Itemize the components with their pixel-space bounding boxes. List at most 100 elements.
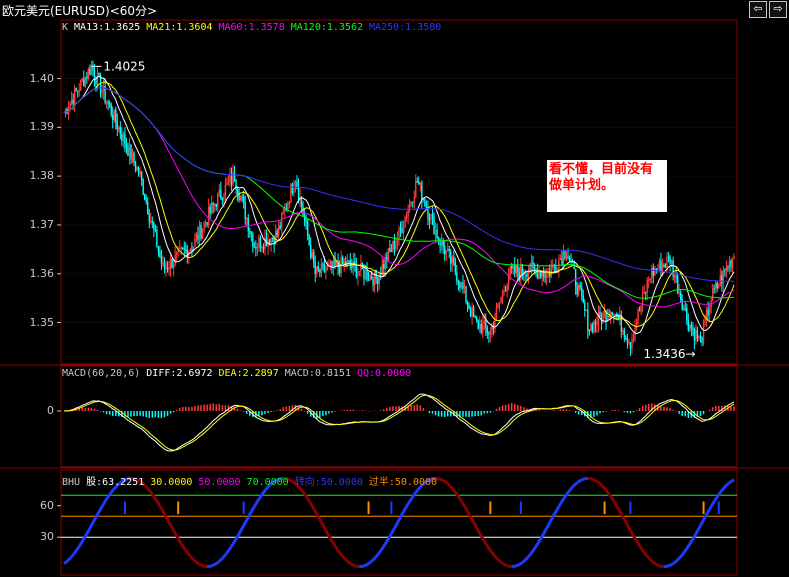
bhu-oscillator-segment bbox=[600, 484, 605, 488]
bhu-oscillator-segment bbox=[446, 482, 451, 487]
candle-body bbox=[235, 181, 237, 190]
bhu-oscillator-segment bbox=[184, 549, 189, 554]
bhu-oscillator-segment bbox=[237, 530, 242, 535]
bhu-oscillator-segment bbox=[679, 553, 684, 558]
bhu-oscillator-segment bbox=[518, 562, 522, 566]
candle-body bbox=[611, 312, 613, 316]
candle-body bbox=[477, 319, 479, 329]
candle-body bbox=[72, 99, 74, 105]
bhu-oscillator-segment bbox=[655, 563, 659, 567]
macd-legend-item: DEA:2.2897 bbox=[218, 368, 279, 379]
bhu-oscillator-segment bbox=[242, 522, 247, 527]
candle-body bbox=[701, 337, 703, 343]
bhu-oscillator-segment bbox=[166, 518, 171, 523]
bhu-oscillator-segment bbox=[187, 553, 192, 558]
candle-body bbox=[663, 264, 665, 266]
candle-body bbox=[628, 342, 630, 344]
candle-body bbox=[147, 201, 149, 215]
candle-body bbox=[651, 267, 653, 278]
candle-body bbox=[725, 267, 728, 271]
bhu-oscillator-segment bbox=[306, 497, 311, 502]
candle-body bbox=[179, 248, 181, 250]
candle-body bbox=[70, 99, 73, 104]
bhu-oscillator-segment bbox=[696, 527, 701, 532]
candle-body bbox=[314, 263, 316, 274]
candle-body bbox=[517, 265, 519, 273]
candle-body bbox=[99, 75, 102, 94]
bhu-oscillator-segment bbox=[369, 560, 373, 564]
candle-body bbox=[713, 288, 715, 290]
bhu-oscillator-segment bbox=[82, 535, 87, 540]
candle-body bbox=[198, 224, 201, 240]
bhu-legend-item: BHU bbox=[62, 477, 81, 488]
bhu-oscillator-segment bbox=[657, 563, 660, 568]
candle-body bbox=[579, 285, 581, 288]
bhu-legend: BHU 股:63.2251 30.0000 50.0000 70.0000 转向:50.0… bbox=[62, 473, 443, 488]
bhu-oscillator-segment bbox=[723, 484, 728, 489]
bhu-oscillator-segment bbox=[384, 540, 389, 545]
bhu-oscillator-segment bbox=[161, 510, 166, 515]
bhu-oscillator-segment bbox=[678, 555, 682, 560]
candle-body bbox=[366, 270, 368, 280]
candle-body bbox=[430, 214, 432, 221]
bhu-oscillator-segment bbox=[179, 542, 185, 547]
bhu-oscillator-segment bbox=[321, 524, 326, 529]
candle-body bbox=[581, 287, 583, 296]
candle-body bbox=[494, 319, 496, 329]
candle-body bbox=[447, 249, 449, 251]
macd-diff-line bbox=[63, 393, 735, 452]
bhu-oscillator-segment bbox=[413, 491, 417, 496]
bhu-oscillator-segment bbox=[73, 549, 78, 554]
candle-body bbox=[224, 184, 227, 197]
bhu-legend-item: 过半:50.0000 bbox=[368, 477, 438, 488]
y-axis-labels: 1.40 1.39 1.38 1.37 1.36 1.35 0 60 30 bbox=[0, 0, 56, 577]
candle-body bbox=[338, 267, 341, 274]
bhu-oscillator-segment bbox=[335, 547, 340, 552]
candle-body bbox=[334, 259, 336, 266]
low-label: 1.3436→ bbox=[644, 347, 696, 361]
bhu-oscillator-segment bbox=[152, 495, 157, 500]
bhu-oscillator-segment bbox=[405, 503, 410, 508]
bhu-oscillator-segment bbox=[169, 524, 174, 529]
bhu-oscillator-segment bbox=[170, 527, 175, 532]
bhu-oscillator-segment bbox=[556, 505, 561, 510]
candle-body bbox=[392, 240, 394, 252]
candle-body bbox=[483, 320, 485, 324]
y-tick-label: 1.35 bbox=[29, 315, 55, 329]
candle-body bbox=[145, 199, 147, 202]
bhu-oscillator-segment bbox=[259, 493, 264, 498]
candle-body bbox=[532, 261, 534, 265]
candle-body bbox=[370, 275, 373, 280]
bhu-oscillator-segment bbox=[489, 549, 494, 554]
bhu-oscillator-segment bbox=[231, 540, 236, 545]
candle-body bbox=[489, 331, 492, 335]
candle-body bbox=[565, 256, 568, 259]
candle-body bbox=[247, 218, 249, 232]
candle-body bbox=[644, 291, 647, 293]
bhu-tick-label: 60 bbox=[40, 498, 54, 512]
bhu-oscillator-segment bbox=[479, 535, 485, 540]
candle-body bbox=[657, 268, 659, 271]
bhu-oscillator-segment bbox=[80, 538, 86, 543]
candle-body bbox=[395, 243, 397, 249]
candle-body bbox=[112, 114, 114, 121]
bhu-oscillator-segment bbox=[694, 530, 699, 535]
candle-body bbox=[567, 256, 569, 258]
bhu-oscillator-segment bbox=[630, 532, 635, 537]
main-legend-item: MA21:1.3604 bbox=[146, 22, 213, 33]
candle-body bbox=[311, 251, 313, 258]
bhu-oscillator-segment bbox=[90, 522, 95, 527]
candle-body bbox=[707, 309, 709, 316]
candle-body bbox=[236, 189, 239, 194]
bhu-oscillator-segment bbox=[71, 551, 76, 556]
candle-body bbox=[364, 270, 367, 279]
bhu-oscillator-segment bbox=[257, 495, 262, 500]
candle-body bbox=[507, 275, 510, 285]
candle-body bbox=[692, 328, 694, 330]
candle-body bbox=[200, 224, 202, 239]
bhu-oscillator-segment bbox=[654, 562, 658, 566]
bhu-oscillator-segment bbox=[626, 524, 631, 529]
bhu-oscillator-segment bbox=[534, 543, 539, 548]
candle-body bbox=[450, 251, 452, 264]
bhu-oscillator-segment bbox=[106, 493, 111, 498]
